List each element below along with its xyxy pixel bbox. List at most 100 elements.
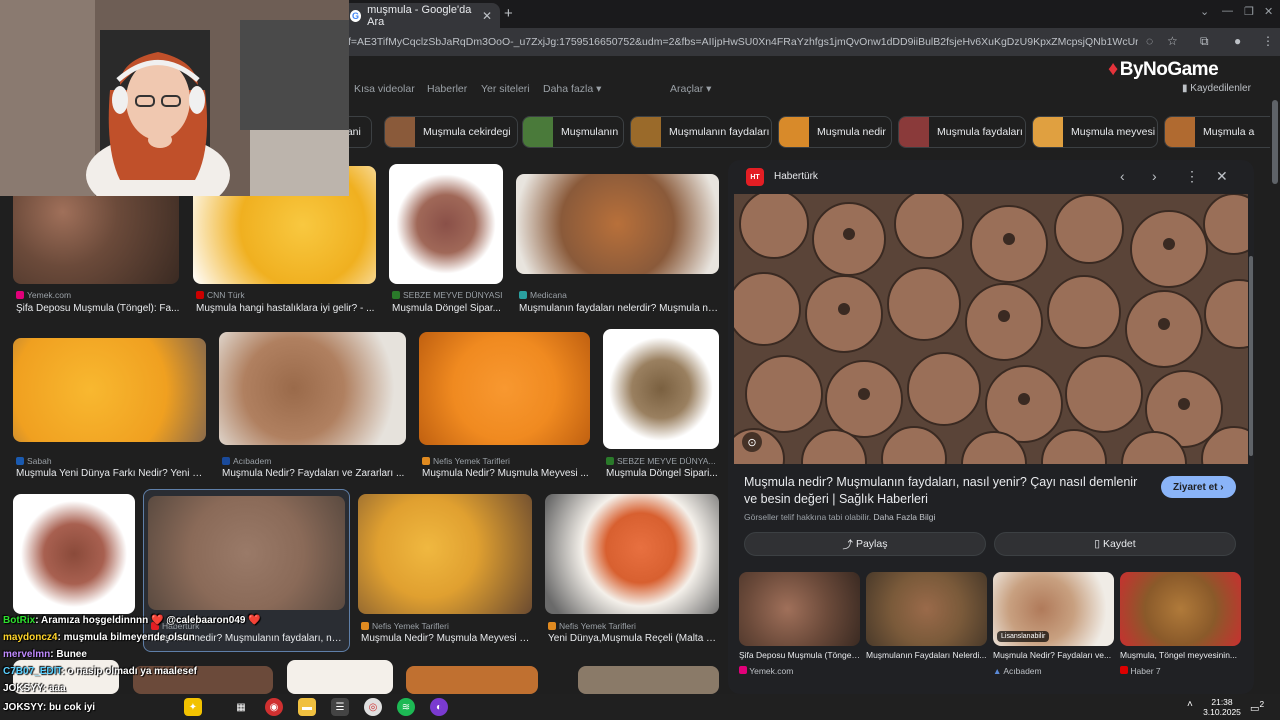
chip-1[interactable]: Muşmula cekirdegi	[384, 116, 518, 148]
result-title[interactable]: Muşmula Döngel Sipari...	[606, 468, 719, 479]
windows-taskbar: JOKSYY: bu cok iyi ✦ ▦ ◉ ▬ ☰ ◎ ≋ ◐ ˄ 21:…	[0, 694, 1280, 720]
maximize-icon[interactable]: ❐	[1244, 5, 1254, 18]
terminal-icon[interactable]: ☰	[331, 698, 349, 716]
preview-image[interactable]	[728, 189, 1254, 497]
more-info-link[interactable]: Daha Fazla Bilgi	[873, 512, 935, 522]
spotify-icon[interactable]: ≋	[397, 698, 415, 716]
result-image[interactable]	[406, 666, 538, 694]
result-image[interactable]	[545, 494, 719, 614]
chip-image	[523, 117, 553, 147]
task-view-icon[interactable]: ▦	[232, 698, 250, 716]
url-field[interactable]: f=AE3TifMyCqclzSbJaRqDm3OoO-_u7ZxjJg:175…	[348, 32, 1138, 52]
star-icon[interactable]: ✦	[184, 698, 202, 716]
nav-places[interactable]: Yer siteleri	[481, 83, 530, 95]
profile-icon[interactable]: ●	[1234, 34, 1241, 48]
saved-link[interactable]: ▮ Kaydedilenler	[1182, 83, 1251, 94]
result-source: Sabah	[16, 456, 52, 466]
chip-2[interactable]: Muşmulanın	[522, 116, 624, 148]
google-lens-icon[interactable]: ⊙	[742, 432, 762, 452]
source-favicon-icon	[222, 457, 230, 465]
minimize-icon[interactable]: —	[1222, 5, 1233, 17]
nav-more[interactable]: Daha fazla ▾	[543, 83, 601, 95]
webcam-overlay	[0, 0, 349, 196]
tab-close-icon[interactable]: ✕	[482, 9, 492, 23]
result-image[interactable]	[389, 164, 503, 284]
chip-5[interactable]: Muşmula faydaları	[898, 116, 1026, 148]
share-button[interactable]: ⤴ Paylaş	[744, 532, 986, 556]
clock[interactable]: 21:38 3.10.2025	[1202, 697, 1242, 717]
related-image[interactable]: Lisanslanabilir Muşmula Nedir? Faydaları…	[993, 572, 1114, 676]
chat-text: : Bunee	[50, 649, 87, 660]
result-image[interactable]	[13, 338, 206, 442]
result-image[interactable]	[516, 174, 719, 274]
close-window-icon[interactable]: ✕	[1264, 5, 1273, 18]
panel-scrollbar[interactable]	[1249, 256, 1253, 456]
scrollbar-thumb[interactable]	[1272, 100, 1278, 184]
result-source: Nefis Yemek Tarifleri	[361, 621, 449, 631]
result-image[interactable]	[219, 332, 406, 445]
notification-icon[interactable]: ▭2	[1250, 699, 1264, 714]
source-favicon-icon	[519, 291, 527, 299]
result-title[interactable]: Şifa Deposu Muşmula (Töngel): Fa...	[16, 303, 182, 314]
related-title: Muşmula Nedir? Faydaları ve...	[993, 650, 1112, 660]
related-image[interactable]: Muşmula, Töngel meyvesinin... Haber 7	[1120, 572, 1241, 676]
more-options-icon[interactable]: ⋮	[1185, 168, 1199, 185]
bookmark-icon: ▮	[1182, 83, 1188, 94]
next-icon[interactable]: ›	[1152, 168, 1157, 184]
chip-4[interactable]: Muşmula nedir	[778, 116, 892, 148]
acibadem-favicon-icon: ▲	[993, 666, 1002, 676]
result-title[interactable]: Muşmula Döngel Sipar...	[392, 303, 504, 314]
result-title[interactable]: Muşmulanın faydaları nelerdir? Muşmula n…	[519, 303, 719, 314]
chrome-icon[interactable]: ◎	[364, 698, 382, 716]
save-button[interactable]: ▯ Kaydet	[994, 532, 1236, 556]
result-source: SEBZE MEYVE DÜNYASI	[392, 290, 503, 300]
eye-off-icon[interactable]: ◌	[1146, 34, 1153, 48]
nav-short-videos[interactable]: Kısa videolar	[354, 83, 415, 95]
browser-tab[interactable]: G muşmula - Google'da Ara ✕	[342, 3, 500, 28]
related-image[interactable]: Muşmulanın Faydaları Nelerdi...	[866, 572, 987, 660]
visit-button[interactable]: Ziyaret et ›	[1161, 476, 1236, 498]
result-title[interactable]: Muşmula hangi hastalıklara iyi gelir? - …	[196, 303, 376, 314]
result-image[interactable]	[419, 332, 590, 445]
result-image[interactable]	[578, 666, 719, 694]
chat-text: : aaa	[42, 683, 66, 694]
result-image[interactable]	[148, 496, 345, 610]
prev-icon[interactable]: ‹	[1120, 168, 1125, 184]
extensions-icon[interactable]: ⧉	[1200, 34, 1209, 49]
result-source: SEBZE MEYVE DÜNYA...	[606, 456, 716, 466]
panel-title[interactable]: Muşmula nedir? Muşmulanın faydaları, nas…	[744, 474, 1144, 508]
close-icon[interactable]: ✕	[1216, 168, 1228, 185]
result-title[interactable]: Muşmula Nedir? Muşmula Meyvesi ...	[422, 468, 590, 479]
result-title[interactable]: Muşmula Nedir? Faydaları ve Zararları ..…	[222, 468, 406, 479]
chip-image	[779, 117, 809, 147]
nav-tools[interactable]: Araçlar ▾	[670, 83, 711, 95]
result-image[interactable]	[603, 329, 719, 449]
source-favicon-icon	[739, 666, 747, 674]
result-title[interactable]: Muşmula Nedir? Muşmula Meyvesi F...	[361, 633, 531, 644]
brand-name: ByNoGame	[1119, 58, 1219, 80]
page-scrollbar[interactable]	[1272, 100, 1278, 680]
result-title[interactable]: Muşmula Yeni Dünya Farkı Nedir? Yeni D..…	[16, 468, 206, 479]
new-tab-button[interactable]: +	[504, 5, 513, 22]
menu-icon[interactable]: ⋮	[1262, 34, 1274, 48]
related-image[interactable]: Şifa Deposu Muşmula (Töngel... Yemek.com	[739, 572, 860, 676]
panel-source[interactable]: Habertürk	[774, 171, 818, 182]
chip-3[interactable]: Muşmulanın faydaları	[630, 116, 772, 148]
chip-7[interactable]: Muşmula a	[1164, 116, 1270, 148]
nav-news[interactable]: Haberler	[427, 83, 467, 95]
file-explorer-icon[interactable]: ▬	[298, 698, 316, 716]
result-title[interactable]: Yeni Dünya,Muşmula Reçeli (Malta E...	[548, 633, 718, 644]
tray-chevron-icon[interactable]: ˄	[1187, 700, 1193, 710]
tab-search-icon[interactable]: ⌄	[1200, 5, 1209, 18]
image-preview-panel: HT Habertürk ‹ › ⋮ ✕ ⊙ Muşmula nedir? Mu…	[728, 160, 1254, 694]
result-image[interactable]	[358, 494, 532, 614]
bookmark-star-icon[interactable]: ☆	[1167, 34, 1178, 48]
chat-user: BotRix	[3, 615, 36, 626]
app-icon[interactable]: ◐	[430, 698, 448, 716]
result-image[interactable]	[13, 494, 135, 614]
chip-image	[1165, 117, 1195, 147]
chip-image	[631, 117, 661, 147]
chat-message: JOKSYY: bu cok iyi	[3, 699, 95, 716]
obs-icon[interactable]: ◉	[265, 698, 283, 716]
chip-6[interactable]: Muşmula meyvesi	[1032, 116, 1158, 148]
